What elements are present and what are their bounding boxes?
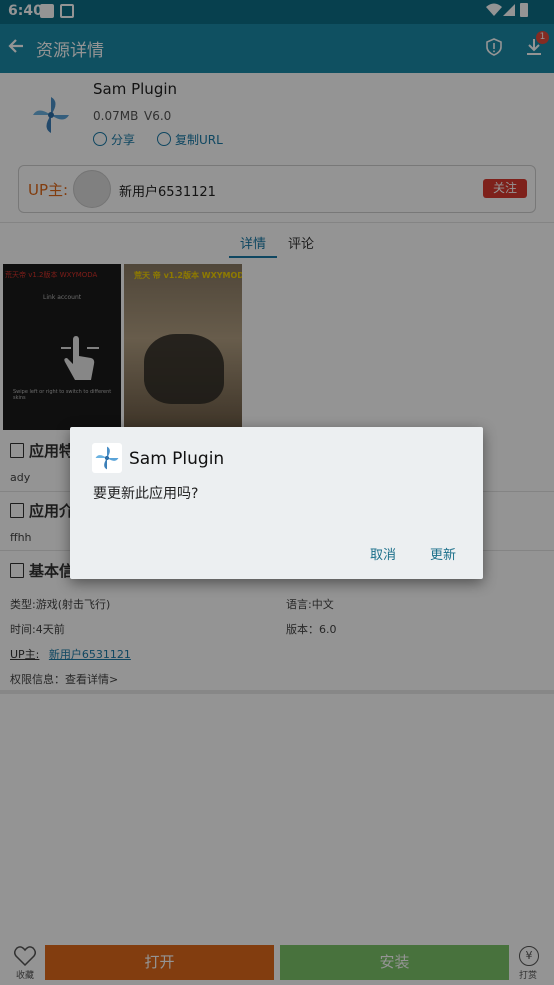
- cancel-button[interactable]: 取消: [370, 544, 396, 563]
- dialog-app-icon: [92, 443, 122, 473]
- dialog-message: 要更新此应用吗?: [93, 486, 199, 502]
- update-button[interactable]: 更新: [430, 544, 456, 563]
- dialog-title: Sam Plugin: [129, 449, 225, 469]
- update-dialog: Sam Plugin 要更新此应用吗? 取消 更新: [70, 427, 483, 579]
